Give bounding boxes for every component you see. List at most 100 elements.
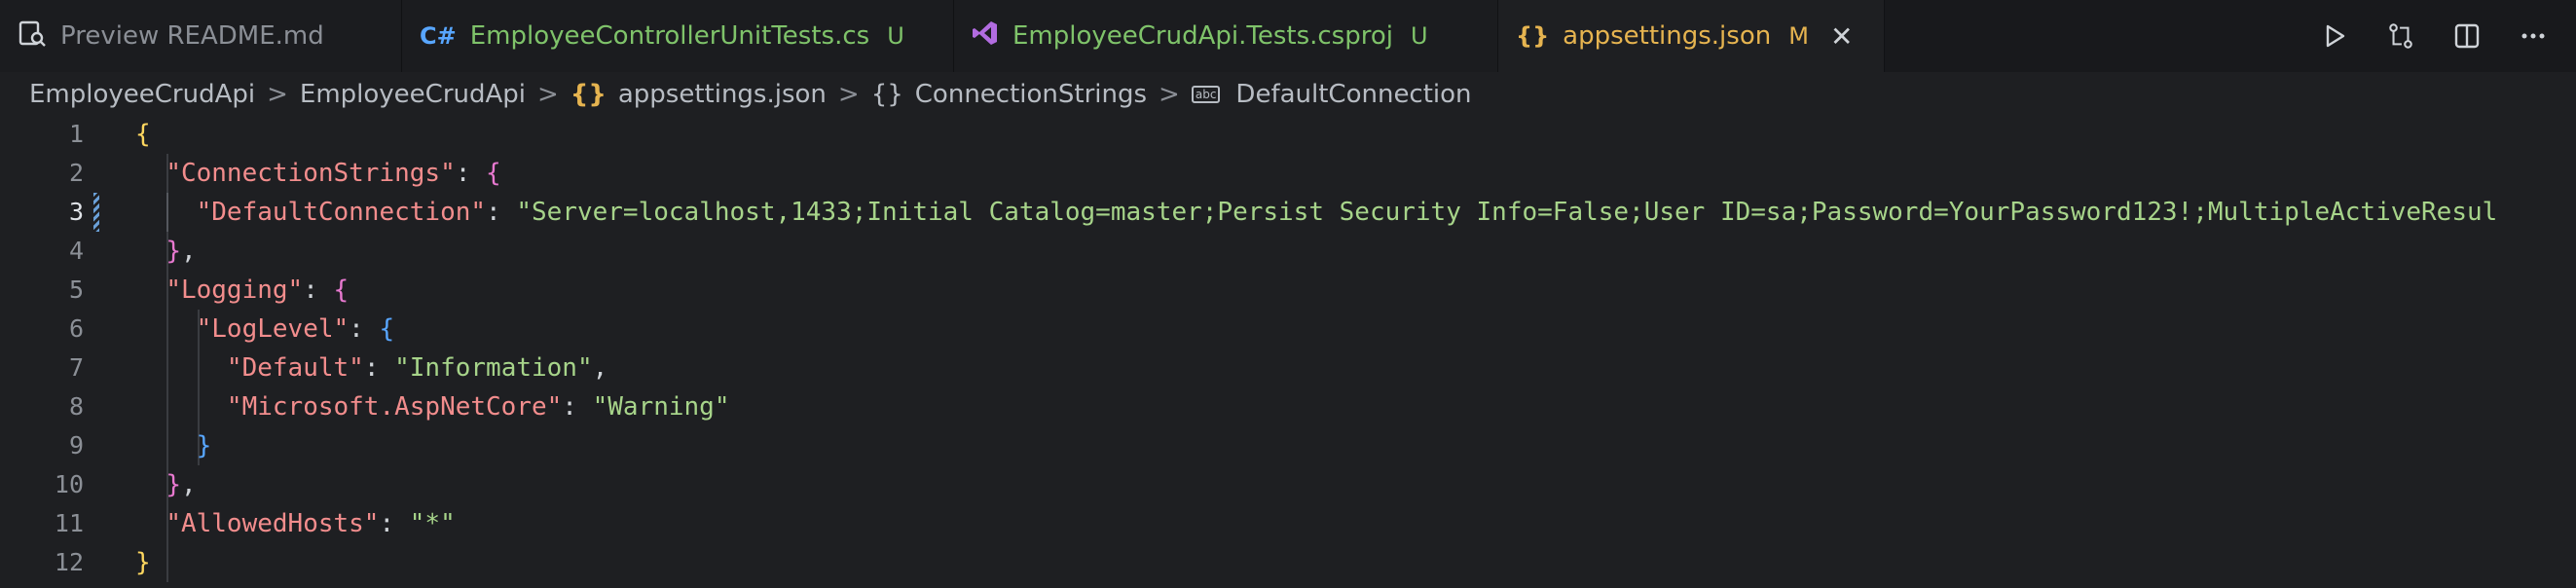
tab-employee-controller-unit-tests[interactable]: C# EmployeeControllerUnitTests.cs U [402, 0, 954, 72]
breadcrumb-separator: > [1159, 80, 1180, 109]
token: : [486, 198, 517, 227]
token: } [166, 470, 181, 499]
tab-label: EmployeeCrudApi.Tests.csproj [1012, 21, 1393, 51]
token: , [180, 470, 197, 499]
run-icon[interactable] [2321, 22, 2348, 50]
json-string-value: "*" [409, 509, 456, 538]
line-text: "Default": "Information", [135, 349, 607, 387]
token: { [333, 276, 350, 305]
line-text: { [135, 115, 151, 154]
code-line-5: 5 "Logging": { [0, 271, 2576, 310]
line-text: "Microsoft.AspNetCore": "Warning" [135, 387, 730, 426]
breadcrumb-separator: > [837, 80, 860, 109]
breadcrumb-separator: > [537, 80, 559, 109]
code-line-12: 12 } [0, 543, 2576, 582]
line-number: 5 [68, 276, 84, 304]
compare-changes-icon[interactable] [2387, 22, 2414, 50]
token: { [486, 159, 501, 188]
preview-icon [18, 18, 47, 55]
code-line-7: 7 "Default": "Information", [0, 349, 2576, 387]
line-text: "ConnectionStrings": { [135, 154, 501, 193]
token: , [180, 237, 197, 266]
close-icon[interactable]: ✕ [1830, 20, 1853, 53]
line-text: "Logging": { [135, 271, 349, 310]
breadcrumb-item-project[interactable]: EmployeeCrudApi [29, 80, 255, 109]
tab-label: appsettings.json [1563, 21, 1772, 51]
line-text: } [135, 543, 151, 582]
json-key: "Logging" [166, 276, 304, 305]
line-number: 10 [54, 470, 84, 498]
json-string-value: "Server=localhost,1433;Initial Catalog=m… [516, 198, 2498, 227]
line-number: 8 [68, 392, 84, 421]
line-number: 12 [54, 548, 84, 576]
tab-label: Preview README.md [60, 21, 324, 51]
breadcrumb-item-default-connection[interactable]: DefaultConnection [1235, 80, 1471, 109]
json-string-value: "Warning" [592, 392, 730, 422]
code-line-2: 2 "ConnectionStrings": { [0, 154, 2576, 193]
token: { [379, 314, 395, 344]
breadcrumb-item-connection-strings[interactable]: ConnectionStrings [915, 80, 1147, 109]
tab-employee-crud-api-tests-csproj[interactable]: EmployeeCrudApi.Tests.csproj U [954, 0, 1498, 72]
code-line-1: 1 { [0, 115, 2576, 154]
code-line-10: 10 }, [0, 465, 2576, 504]
token: } [135, 548, 151, 577]
editor-actions [2321, 0, 2576, 72]
code-line-4: 4 }, [0, 232, 2576, 271]
breadcrumb-item-folder[interactable]: EmployeeCrudApi [300, 80, 526, 109]
json-key: "ConnectionStrings" [166, 159, 456, 188]
line-number: 4 [68, 237, 84, 265]
line-number: 6 [68, 314, 84, 343]
editor-tab-bar: Preview README.md C# EmployeeControllerU… [0, 0, 2576, 72]
token: : [455, 159, 487, 188]
token: : [349, 314, 380, 344]
code-editor[interactable]: 1 { 2 "ConnectionStrings": { 3 "DefaultC… [0, 115, 2576, 588]
untracked-badge: U [887, 22, 904, 50]
json-key: "Microsoft.AspNetCore" [226, 392, 563, 422]
line-number: 9 [68, 431, 84, 459]
string-property-icon: abc [1191, 86, 1221, 103]
object-icon: {} [870, 80, 903, 109]
json-string-value: "Information" [394, 353, 593, 383]
breadcrumb-separator: > [267, 80, 288, 109]
line-text: "AllowedHosts": "*" [135, 504, 456, 543]
token: : [379, 509, 410, 538]
line-text: }, [135, 232, 197, 271]
json-braces-icon: {} [570, 80, 607, 109]
line-number: 11 [54, 509, 84, 537]
token: : [363, 353, 395, 383]
line-text: }, [135, 465, 197, 504]
breadcrumb-item-file[interactable]: appsettings.json [618, 80, 827, 109]
json-key: "AllowedHosts" [166, 509, 380, 538]
line-text: "LogLevel": { [135, 310, 395, 349]
json-braces-icon: {} [1516, 22, 1550, 50]
code-line-8: 8 "Microsoft.AspNetCore": "Warning" [0, 387, 2576, 426]
token: : [562, 392, 593, 422]
modified-badge: M [1788, 22, 1809, 50]
json-key: "LogLevel" [196, 314, 350, 344]
code-line-9: 9 } [0, 426, 2576, 465]
untracked-badge: U [1410, 22, 1428, 50]
line-number: 2 [68, 159, 84, 187]
line-text: } [135, 426, 212, 465]
tab-appsettings-json[interactable]: {} appsettings.json M ✕ [1498, 0, 1885, 72]
tab-preview-readme[interactable]: Preview README.md [0, 0, 402, 72]
line-number: 7 [68, 353, 84, 382]
code-line-6: 6 "LogLevel": { [0, 310, 2576, 349]
token: } [166, 237, 181, 266]
code-line-3: 3 "DefaultConnection": "Server=localhost… [0, 193, 2576, 232]
code-line-11: 11 "AllowedHosts": "*" [0, 504, 2576, 543]
more-actions-icon[interactable] [2520, 22, 2547, 50]
csharp-icon: C# [420, 22, 457, 50]
json-key: "Default" [226, 353, 364, 383]
visual-studio-icon [972, 19, 999, 54]
line-number: 1 [68, 120, 84, 148]
tab-label: EmployeeControllerUnitTests.cs [469, 21, 870, 51]
token: { [135, 120, 151, 149]
token: , [592, 353, 608, 383]
line-text: "DefaultConnection": "Server=localhost,1… [135, 193, 2498, 232]
json-key: "DefaultConnection" [196, 198, 487, 227]
line-number: 3 [68, 198, 84, 226]
split-editor-icon[interactable] [2453, 22, 2481, 50]
token: : [303, 276, 334, 305]
token: } [196, 431, 212, 460]
